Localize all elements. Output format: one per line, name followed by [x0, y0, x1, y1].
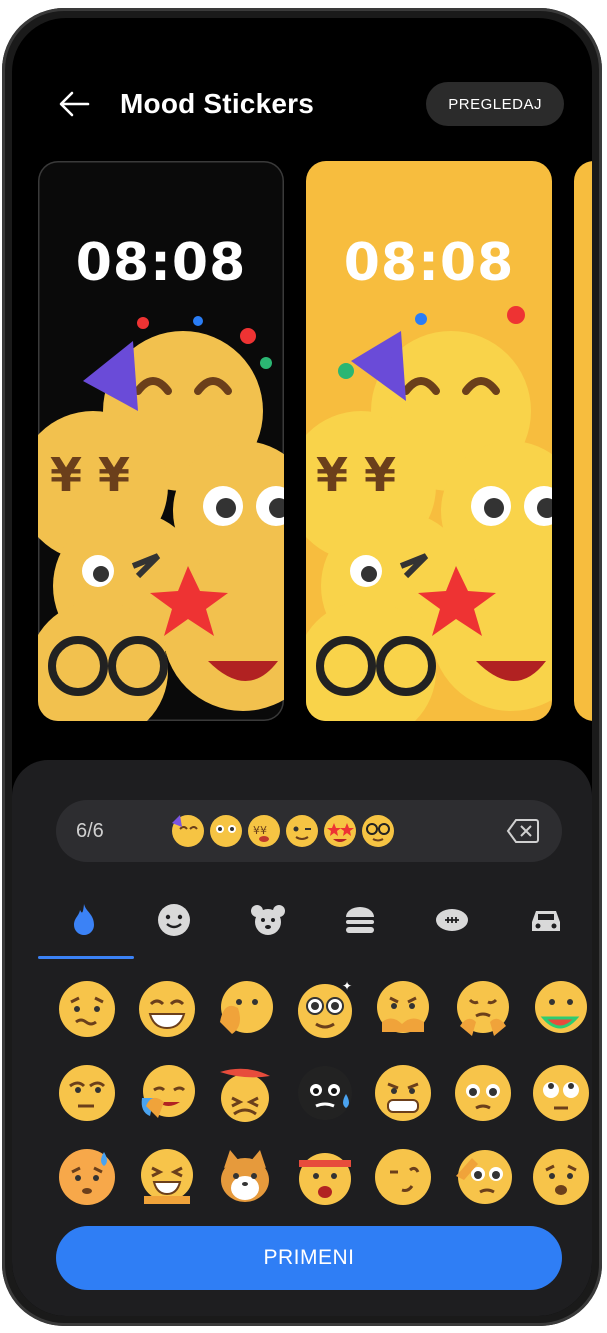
- smirk-face-sticker[interactable]: [372, 1146, 434, 1208]
- selected-stickers-bar: 6/6 ¥¥: [56, 800, 562, 862]
- category-tabs: [12, 888, 592, 959]
- grimacing-face-sticker[interactable]: [372, 1062, 434, 1124]
- sandal-head-sticker[interactable]: [214, 1062, 276, 1124]
- salute-face-sticker[interactable]: [452, 1146, 514, 1208]
- clock-text: 08:08: [75, 233, 247, 293]
- active-tab-indicator: [38, 956, 134, 959]
- hand-over-mouth-sticker[interactable]: [214, 978, 276, 1040]
- grinning-face-sticker[interactable]: [136, 978, 198, 1040]
- rolling-eyes-sticker[interactable]: [530, 1062, 592, 1124]
- apply-button[interactable]: PRIMENI: [56, 1226, 562, 1290]
- top-bar: Mood Stickers PREGLEDAJ: [12, 18, 592, 168]
- phone-frame: Mood Stickers PREGLEDAJ 08:08 ¥ ¥ 08:08 …: [2, 8, 602, 1326]
- glasses-face-icon[interactable]: [360, 813, 396, 849]
- eye-roll-face-sticker[interactable]: [56, 1062, 118, 1124]
- sticker-panel: 6/6 ¥¥ ✦ PRIMENI: [12, 760, 592, 1316]
- dark-sweat-face-sticker[interactable]: [294, 1062, 356, 1124]
- preview-card-yellow[interactable]: 08:08 ¥ ¥: [306, 161, 552, 721]
- watermelon-face-sticker[interactable]: [530, 978, 592, 1040]
- emoji-pile-illustration: ¥ ¥: [306, 306, 552, 721]
- selected-emoji-list: ¥¥: [170, 813, 396, 849]
- crying-face-sticker[interactable]: [136, 1062, 198, 1124]
- preview-card-dark[interactable]: 08:08 ¥ ¥: [38, 161, 284, 721]
- svg-text:✦: ✦: [342, 979, 352, 993]
- headband-shout-sticker[interactable]: [294, 1146, 356, 1208]
- distressed-face-sticker[interactable]: [530, 1146, 592, 1208]
- svg-text:¥ ¥: ¥ ¥: [316, 448, 396, 502]
- pleading-face-sticker[interactable]: [452, 1062, 514, 1124]
- back-arrow-icon[interactable]: [54, 84, 94, 124]
- smiley-icon[interactable]: [154, 900, 194, 940]
- pleading-hands-sticker[interactable]: [372, 978, 434, 1040]
- clock-text: 08:08: [343, 233, 515, 293]
- flushed-face-icon[interactable]: [208, 813, 244, 849]
- wink-face-icon[interactable]: [284, 813, 320, 849]
- worried-face-sticker[interactable]: [56, 978, 118, 1040]
- sticker-grid: ✦: [12, 970, 592, 1230]
- fire-icon[interactable]: [64, 900, 104, 940]
- football-icon[interactable]: [432, 900, 472, 940]
- anxious-sweat-sticker[interactable]: [56, 1146, 118, 1208]
- svg-text:¥¥: ¥¥: [253, 824, 267, 837]
- shiba-dog-sticker[interactable]: [214, 1146, 276, 1208]
- backspace-icon[interactable]: [506, 816, 540, 846]
- selected-count: 6/6: [76, 819, 104, 842]
- preview-button[interactable]: PREGLEDAJ: [426, 82, 564, 126]
- burger-icon[interactable]: [340, 900, 380, 940]
- party-face-icon[interactable]: [170, 813, 206, 849]
- sad-hands-sticker[interactable]: [452, 978, 514, 1040]
- emoji-pile-illustration: ¥ ¥: [38, 316, 284, 721]
- star-eyes-face-icon[interactable]: [322, 813, 358, 849]
- car-icon[interactable]: [526, 900, 566, 940]
- money-face-icon[interactable]: ¥¥: [246, 813, 282, 849]
- page-title: Mood Stickers: [120, 88, 314, 119]
- screen: Mood Stickers PREGLEDAJ 08:08 ¥ ¥ 08:08 …: [12, 18, 592, 1316]
- svg-text:¥ ¥: ¥ ¥: [50, 448, 130, 502]
- preview-card-next[interactable]: [574, 161, 592, 721]
- squinting-laugh-sticker[interactable]: [136, 1146, 198, 1208]
- bear-icon[interactable]: [248, 900, 288, 940]
- starstruck-face-sticker[interactable]: ✦: [294, 978, 356, 1040]
